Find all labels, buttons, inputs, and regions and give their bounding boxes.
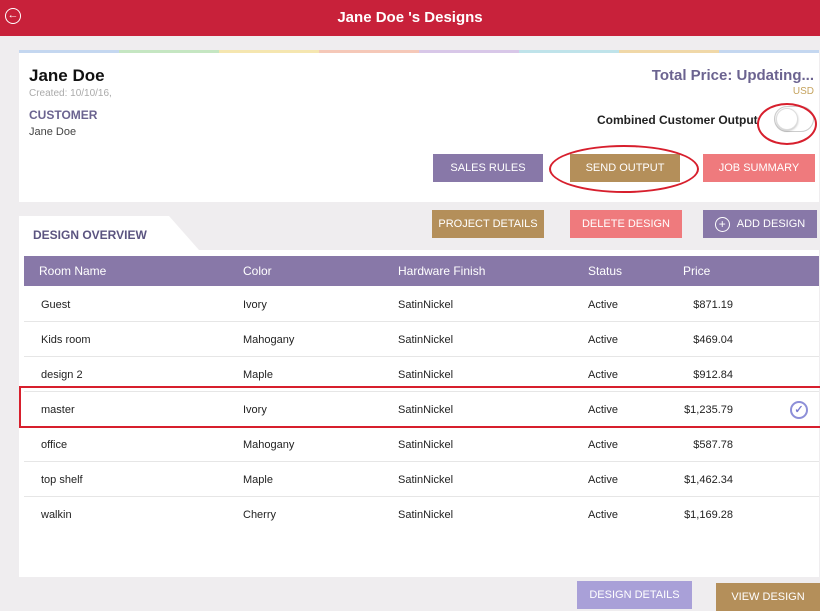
table-row[interactable]: top shelf Maple SatinNickel Active $1,46… <box>24 462 819 496</box>
room-name-cell: master <box>41 404 75 416</box>
rainbow-segment <box>219 50 319 53</box>
table-row[interactable]: design 2 Maple SatinNickel Active $912.8… <box>24 357 819 391</box>
hardware-cell: SatinNickel <box>398 439 454 451</box>
room-name-cell: Kids room <box>41 334 91 346</box>
toggle-knob <box>776 108 798 130</box>
customer-card: Jane Doe Created: 10/10/16, CUSTOMER Jan… <box>19 50 819 202</box>
currency-label: USD <box>792 86 814 97</box>
column-header-price: Price <box>683 264 711 278</box>
job-summary-button[interactable]: JOB SUMMARY <box>703 154 815 182</box>
top-bar: ← Jane Doe 's Designs <box>0 0 820 36</box>
design-details-button[interactable]: DESIGN DETAILS <box>577 581 692 609</box>
column-header-color: Color <box>243 264 272 278</box>
rainbow-segment <box>19 50 119 53</box>
price-cell: $1,235.79 <box>684 404 733 416</box>
status-cell: Active <box>588 509 618 521</box>
plus-circle-icon: + <box>714 216 730 232</box>
hardware-cell: SatinNickel <box>398 474 454 486</box>
customer-value: Jane Doe <box>29 126 77 138</box>
created-date: Created: 10/10/16, <box>29 88 112 99</box>
price-cell: $469.04 <box>693 334 733 346</box>
hardware-cell: SatinNickel <box>398 404 454 416</box>
color-cell: Cherry <box>243 509 277 521</box>
hardware-cell: SatinNickel <box>398 369 454 381</box>
color-cell: Maple <box>243 474 273 486</box>
status-cell: Active <box>588 474 618 486</box>
rainbow-segment <box>619 50 719 53</box>
column-header-room: Room Name <box>39 264 107 278</box>
status-cell: Active <box>588 404 618 416</box>
hardware-cell: SatinNickel <box>398 299 454 311</box>
room-name-cell: walkin <box>41 509 72 521</box>
rainbow-segment <box>119 50 219 53</box>
column-header-hardware: Hardware Finish <box>398 264 486 278</box>
hardware-cell: SatinNickel <box>398 509 454 521</box>
table-row[interactable]: office Mahogany SatinNickel Active $587.… <box>24 427 819 461</box>
add-design-button[interactable]: + ADD DESIGN <box>703 210 817 238</box>
status-cell: Active <box>588 334 618 346</box>
room-name-cell: design 2 <box>41 369 83 381</box>
rainbow-segment <box>519 50 619 53</box>
room-name-cell: Guest <box>41 299 71 311</box>
page-title: Jane Doe 's Designs <box>337 9 483 26</box>
color-cell: Ivory <box>243 299 267 311</box>
price-cell: $1,169.28 <box>684 509 733 521</box>
check-circle-icon[interactable]: ✓ <box>790 401 808 419</box>
tab-label: DESIGN OVERVIEW <box>33 228 147 242</box>
room-name-cell: office <box>41 439 68 451</box>
combined-output-label: Combined Customer Output <box>597 113 758 127</box>
tab-design-overview[interactable]: DESIGN OVERVIEW <box>19 216 199 250</box>
column-header-status: Status <box>588 264 623 278</box>
customer-name-heading: Jane Doe <box>29 66 105 85</box>
room-name-cell: top shelf <box>41 474 83 486</box>
sales-rules-button[interactable]: SALES RULES <box>433 154 543 182</box>
price-cell: $871.19 <box>693 299 733 311</box>
view-design-button[interactable]: VIEW DESIGN <box>716 583 820 611</box>
rainbow-segment <box>419 50 519 53</box>
rainbow-segment <box>319 50 419 53</box>
table-row[interactable]: Kids room Mahogany SatinNickel Active $4… <box>24 322 819 356</box>
hardware-cell: SatinNickel <box>398 334 454 346</box>
status-cell: Active <box>588 439 618 451</box>
price-cell: $587.78 <box>693 439 733 451</box>
add-design-label: ADD DESIGN <box>736 218 806 230</box>
combined-output-toggle[interactable] <box>774 106 814 132</box>
rainbow-segment <box>719 50 819 53</box>
color-cell: Mahogany <box>243 334 295 346</box>
project-details-button[interactable]: PROJECT DETAILS <box>432 210 544 238</box>
price-cell: $1,462.34 <box>684 474 733 486</box>
color-cell: Mahogany <box>243 439 295 451</box>
color-cell: Maple <box>243 369 273 381</box>
table-header: Room Name Color Hardware Finish Status P… <box>24 256 819 286</box>
status-cell: Active <box>588 369 618 381</box>
total-price: Total Price: Updating... <box>651 67 814 84</box>
table-row[interactable]: walkin Cherry SatinNickel Active $1,169.… <box>24 497 819 531</box>
status-cell: Active <box>588 299 618 311</box>
rainbow-divider <box>19 50 819 53</box>
color-cell: Ivory <box>243 404 267 416</box>
delete-design-button[interactable]: DELETE DESIGN <box>570 210 682 238</box>
price-cell: $912.84 <box>693 369 733 381</box>
send-output-button[interactable]: SEND OUTPUT <box>570 154 680 182</box>
customer-label: CUSTOMER <box>29 108 98 122</box>
design-table-panel: Room Name Color Hardware Finish Status P… <box>19 250 819 577</box>
table-row-selected[interactable]: master Ivory SatinNickel Active $1,235.7… <box>24 392 819 426</box>
table-row[interactable]: Guest Ivory SatinNickel Active $871.19 <box>24 287 819 321</box>
